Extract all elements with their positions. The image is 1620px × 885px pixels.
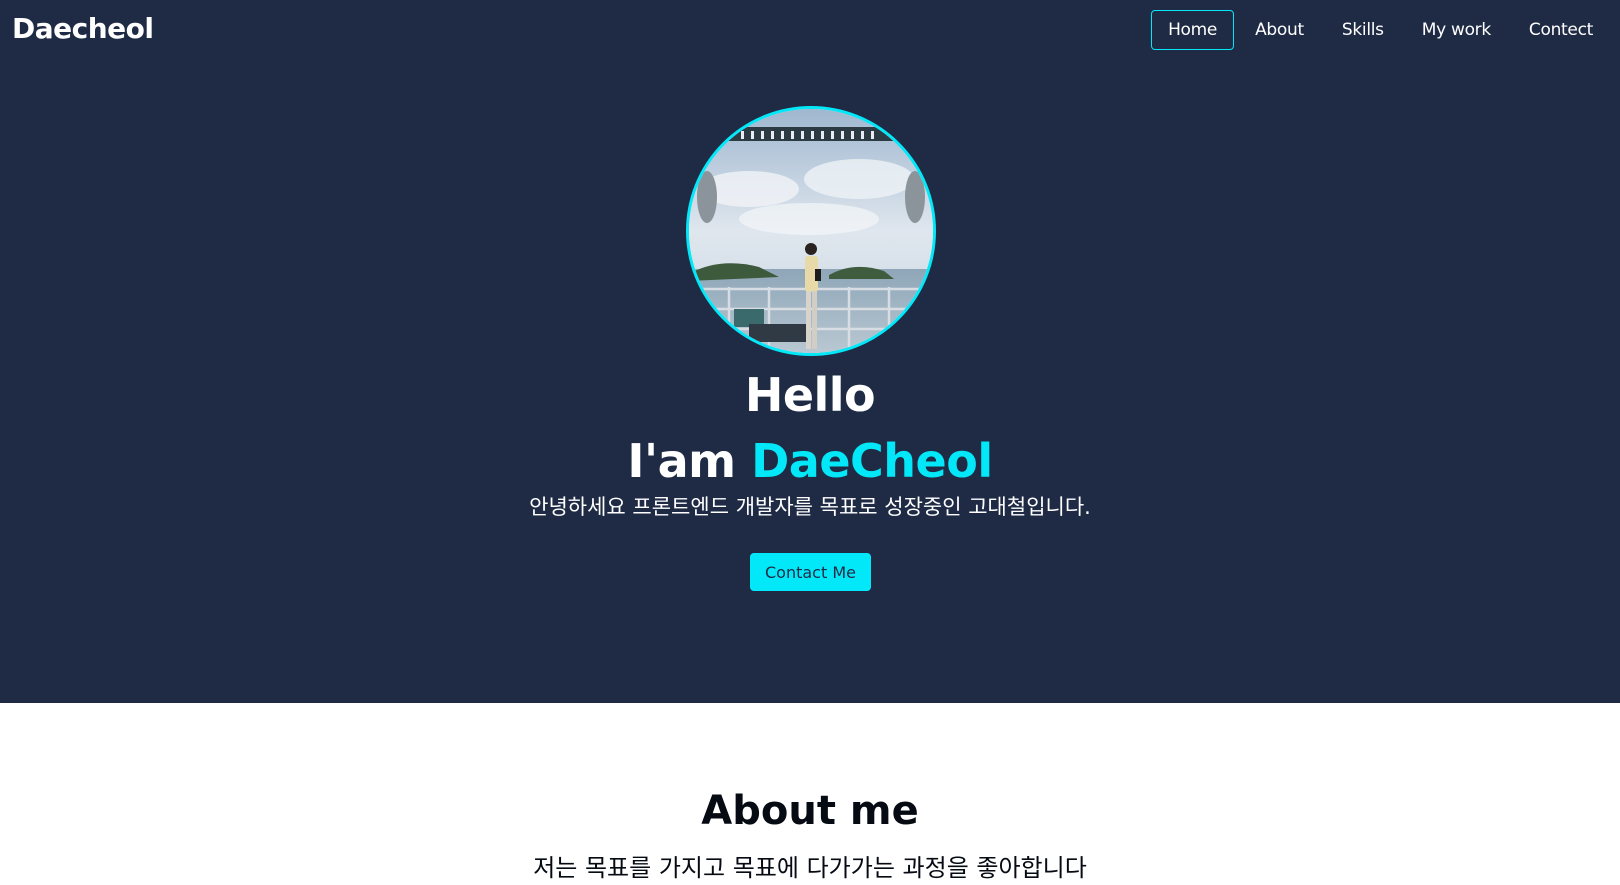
name-highlight: DaeCheol	[751, 434, 993, 488]
name-heading: I'am DaeCheol	[0, 431, 1620, 491]
about-title: About me	[701, 788, 919, 834]
navbar: Daecheol Home About Skills My work Conte…	[0, 0, 1620, 64]
nav-item-home[interactable]: Home	[1151, 10, 1235, 50]
avatar-photo	[689, 109, 933, 353]
nav-item-contect[interactable]: Contect	[1512, 10, 1610, 50]
home-section: Daecheol Home About Skills My work Conte…	[0, 0, 1620, 703]
about-description: 저는 목표를 가지고 목표에 다가가는 과정을 좋아합니다	[533, 854, 1087, 882]
nav-menu: Home About Skills My work Contect	[1151, 10, 1610, 50]
hello-heading: Hello	[744, 368, 876, 422]
nav-item-about[interactable]: About	[1238, 10, 1321, 50]
avatar	[686, 106, 936, 356]
nav-item-my-work[interactable]: My work	[1405, 10, 1508, 50]
contact-me-button[interactable]: Contact Me	[750, 553, 871, 591]
logo[interactable]: Daecheol	[12, 12, 154, 45]
iam-prefix: I'am	[627, 434, 752, 488]
intro-text: 안녕하세요 프론트엔드 개발자를 목표로 성장중인 고대철입니다.	[529, 495, 1091, 519]
nav-item-skills[interactable]: Skills	[1325, 10, 1401, 50]
